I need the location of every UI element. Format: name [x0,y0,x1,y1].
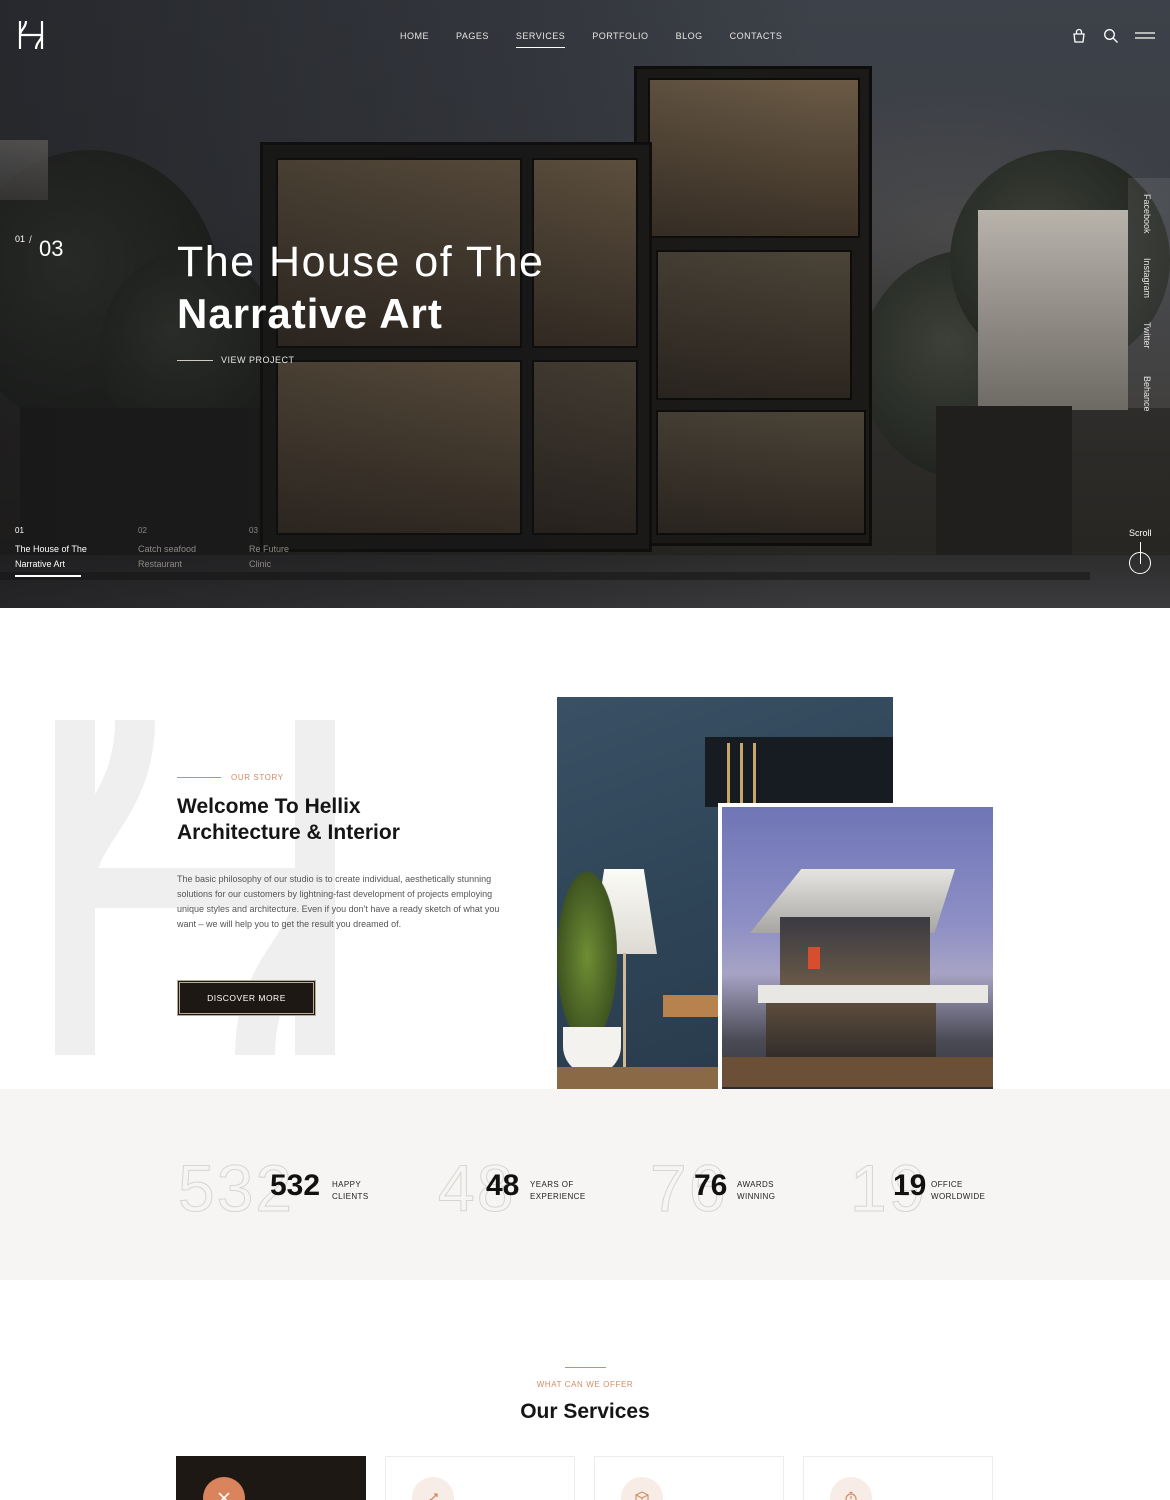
floor-lamp-pole [623,953,626,1083]
stat-value: 48 [486,1169,520,1202]
slide-title-line2: Narrative Art [15,559,66,569]
house-art [808,947,820,969]
slide-number: 03 [249,526,258,535]
services-eyebrow-line [565,1367,606,1368]
nav-portfolio[interactable]: PORTFOLIO [592,31,648,48]
service-card-2[interactable] [385,1456,575,1500]
stat-label-line1: HAPPY [332,1180,362,1189]
hero-title: The House of The Narrative Art [177,236,544,340]
rocket-icon [412,1477,454,1500]
scroll-indicator[interactable]: Scroll [1129,528,1152,574]
nav-home[interactable]: HOME [400,31,429,48]
stat-label-line2: CLIENTS [332,1192,369,1201]
view-project-link[interactable]: VIEW PROJECT [177,355,295,365]
slide-item-2[interactable]: 02 Catch seafood Restaurant [138,523,248,572]
interior-light-strip [753,743,756,803]
social-instagram[interactable]: Instagram [1142,258,1152,298]
story-title: Welcome To Hellix Architecture & Interio… [177,794,400,846]
slide-number: 01 [15,526,24,535]
social-sidebar: Facebook Instagram Twitter Behance [1128,178,1170,412]
social-behance[interactable]: Behance [1142,376,1152,412]
service-card-3[interactable] [594,1456,784,1500]
slide-title-line1: The House of The [15,544,87,554]
service-card-1[interactable] [176,1456,366,1500]
nav-contacts[interactable]: CONTACTS [730,31,783,48]
slide-title-line2: Clinic [249,559,272,569]
house-upper-window [780,917,930,987]
stat-label-line2: WORLDWIDE [931,1192,986,1201]
stat-label: YEARS OF EXPERIENCE [530,1179,586,1203]
house-ground-floor [766,1003,936,1063]
interior-shelf [705,737,893,807]
house-slab [758,985,988,1003]
slide-title-line1: Re Future [249,544,290,554]
stat-label-line1: AWARDS [737,1180,774,1189]
search-icon[interactable] [1103,28,1119,44]
slide-title-line1: Catch seafood [138,544,197,554]
story-title-line1: Welcome To Hellix [177,795,361,818]
nav-services[interactable]: SERVICES [515,31,566,48]
stat-value: 19 [893,1169,927,1202]
stopwatch-icon [830,1477,872,1500]
stat-value: 532 [270,1169,321,1202]
hero-title-line2: Narrative Art [177,290,443,337]
slide-item-3[interactable]: 03 Re Future Clinic [249,523,359,572]
services-eyebrow: WHAT CAN WE OFFER [536,1380,634,1389]
story-text: The basic philosophy of our studio is to… [177,874,500,929]
story-title-line2: Architecture & Interior [177,821,400,844]
slide-number: 02 [138,526,147,535]
hero-overlay [0,0,1170,608]
house-deck [722,1057,993,1087]
service-card-4[interactable] [803,1456,993,1500]
stat-label-line1: YEARS OF [530,1180,574,1189]
nav-pages[interactable]: PAGES [456,31,489,48]
slide-counter-total: 03 [39,236,64,261]
stat-label: OFFICE WORLDWIDE [931,1179,985,1203]
stat-label-line2: EXPERIENCE [530,1192,586,1201]
social-twitter[interactable]: Twitter [1142,322,1152,349]
brand-logo[interactable] [14,18,48,52]
stat-label-line1: OFFICE [931,1180,963,1189]
discover-more-button[interactable]: DISCOVER MORE [177,980,316,1016]
main-nav: HOME PAGES SERVICES PORTFOLIO BLOG CONTA… [400,31,809,48]
stat-value: 76 [694,1169,728,1202]
interior-light-strip [727,743,730,803]
slide-title-line2: Restaurant [138,559,183,569]
cart-icon[interactable] [1071,28,1087,44]
social-facebook[interactable]: Facebook [1142,194,1152,234]
story-eyebrow-line [177,777,221,778]
scroll-arrow-icon [1140,542,1141,564]
hero-title-line1: The House of The [177,238,545,286]
stat-label: HAPPY CLIENTS [332,1179,369,1203]
tools-icon [203,1477,245,1500]
stat-label: AWARDS WINNING [737,1179,775,1203]
cube-icon [621,1477,663,1500]
nav-blog[interactable]: BLOG [676,31,703,48]
slide-counter-current: 01 [15,234,26,244]
view-project-label: VIEW PROJECT [221,355,295,365]
menu-icon[interactable] [1135,28,1155,44]
view-project-line [177,359,213,361]
wall-shelf [663,995,721,1017]
slide-counter-separator: / [29,235,32,246]
stat-label-line2: WINNING [737,1192,776,1201]
slide-active-bar [15,575,81,577]
page: HOME PAGES SERVICES PORTFOLIO BLOG CONTA… [0,0,1170,1500]
interior-light-strip [740,743,743,803]
services-title: Our Services [520,1400,650,1423]
story-eyebrow-label: OUR STORY [231,773,284,782]
hero-slider: HOME PAGES SERVICES PORTFOLIO BLOG CONTA… [0,0,1170,608]
slide-item-1[interactable]: 01 The House of The Narrative Art [15,523,125,577]
scroll-label: Scroll [1129,528,1152,538]
story-eyebrow: OUR STORY [177,773,284,782]
plant-leaves [557,872,617,1042]
